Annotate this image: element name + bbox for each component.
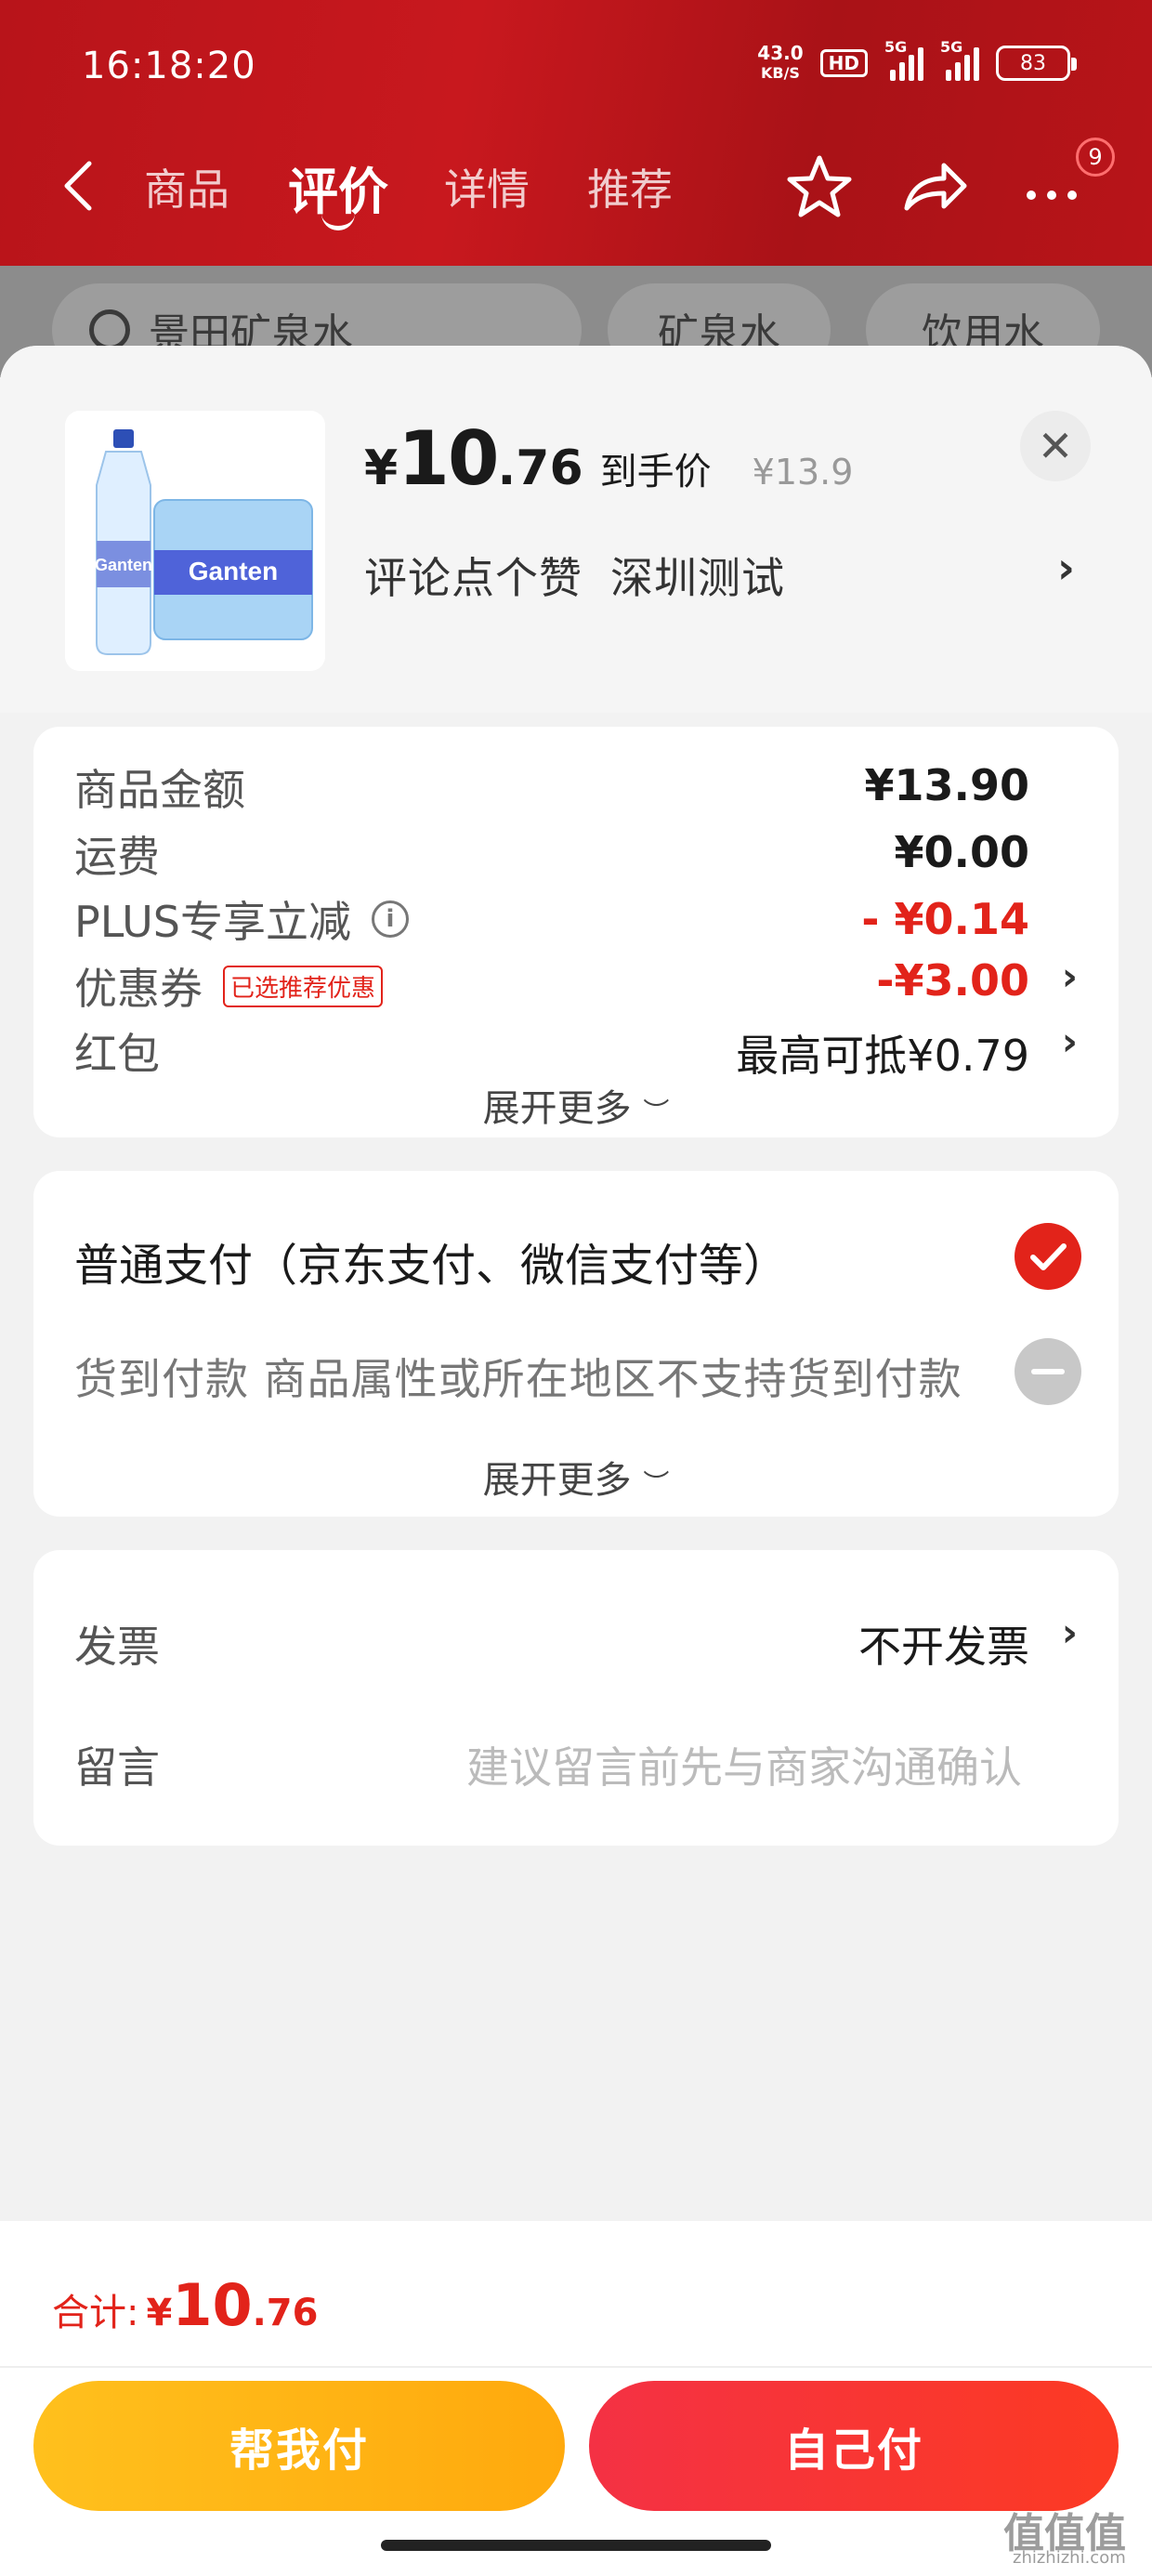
final-price-tag: 到手价	[599, 451, 712, 493]
plus-discount-label: PLUS专享立减	[74, 897, 351, 947]
goods-amount-value: ¥13.90	[864, 760, 1029, 810]
price-line: ¥ 10 .76 到手价 ¥13.9	[364, 415, 853, 502]
coupon-value: -¥3.00	[876, 955, 1029, 1005]
product-subtitle-2: 深圳测试	[610, 553, 785, 603]
plus-discount-value: - ¥0.14	[861, 894, 1029, 944]
plus-discount-row: PLUS专享立减 i	[74, 888, 409, 950]
message-label: 留言	[74, 1742, 160, 1793]
coupon-row[interactable]: 优惠券 已选推荐优惠	[74, 955, 384, 1017]
expand-more-label: 展开更多	[482, 1087, 632, 1130]
home-indicator[interactable]	[381, 2540, 771, 2551]
order-total: 合计: ¥ 10 .76	[52, 2271, 318, 2339]
total-integer: 10	[172, 2271, 253, 2339]
bottle-logo-text: Ganten	[95, 556, 152, 574]
total-symbol: ¥	[146, 2292, 173, 2334]
shipping-value: ¥0.00	[894, 827, 1029, 877]
network-speed-value: 43.0	[757, 42, 804, 64]
chevron-right-icon[interactable]: ›	[1062, 1610, 1078, 1655]
signal-icon: 5G	[884, 38, 923, 81]
back-icon[interactable]	[56, 158, 102, 214]
red-packet-label: 红包	[74, 1029, 160, 1079]
goods-amount-label: 商品金额	[74, 765, 245, 815]
brand-logo-text: Ganten	[189, 557, 278, 585]
water-bottle-image: Ganten Ganten	[65, 411, 325, 671]
chevron-right-icon[interactable]: ›	[1057, 543, 1075, 593]
star-icon[interactable]	[782, 151, 857, 225]
network-speed-unit: KB/S	[760, 64, 800, 82]
share-icon[interactable]	[897, 151, 972, 225]
price-decimal: .76	[497, 440, 583, 496]
tab-product[interactable]: 商品	[144, 156, 229, 217]
divider	[0, 2366, 1152, 2368]
top-header: 16:18:20 43.0 KB/S HD 5G 5G 83 商品 评价 详情 …	[0, 0, 1152, 266]
message-input[interactable]: 建议留言前先与商家沟通确认	[466, 1734, 1022, 1795]
invoice-label: 发票	[74, 1622, 160, 1672]
cod-payment-option: 货到付款 商品属性或所在地区不支持货到付款	[74, 1354, 962, 1404]
watermark-url: zhizhizhi.com	[1013, 2548, 1126, 2568]
status-time: 16:18:20	[82, 45, 256, 87]
amount-card: 商品金额 ¥13.90 运费 ¥0.00 PLUS专享立减 i - ¥0.14 …	[33, 727, 1119, 1137]
shipping-label: 运费	[74, 832, 160, 882]
checkout-footer: 合计: ¥ 10 .76 帮我付 自己付	[0, 2221, 1152, 2576]
product-summary: Ganten Ganten ¥ 10 .76 到手价 ¥13.9 评论点个赞 深圳…	[0, 346, 1152, 713]
product-subtitle-1: 评论点个赞	[364, 553, 583, 603]
product-spec-selector[interactable]: 评论点个赞 深圳测试	[364, 545, 785, 606]
red-packet-value[interactable]: 最高可抵¥0.79	[736, 1022, 1029, 1084]
tab-reviews[interactable]: 评价	[288, 151, 388, 230]
disabled-icon	[1015, 1338, 1081, 1405]
info-icon[interactable]: i	[371, 900, 409, 938]
invoice-value[interactable]: 不开发票	[858, 1613, 1029, 1675]
original-price: ¥13.9	[752, 452, 854, 493]
expand-more-button[interactable]: 展开更多 ︶	[33, 1078, 1119, 1132]
network-speed: 43.0 KB/S	[757, 43, 803, 84]
price-symbol: ¥	[364, 440, 399, 496]
expand-more-label: 展开更多	[482, 1459, 632, 1502]
tab-recommend[interactable]: 推荐	[587, 156, 673, 217]
coupon-label: 优惠券	[74, 964, 203, 1014]
tab-details[interactable]: 详情	[444, 156, 530, 217]
product-nav: 商品 评价 详情 推荐	[0, 139, 1152, 232]
search-icon	[89, 309, 130, 350]
chevron-right-icon[interactable]: ›	[1062, 1019, 1078, 1064]
order-extras-card: 发票 不开发票 › 留言 建议留言前先与商家沟通确认	[33, 1550, 1119, 1846]
hd-icon: HD	[819, 49, 868, 77]
chevron-down-icon: ︶	[643, 1097, 670, 1127]
active-tab-indicator	[321, 214, 355, 230]
expand-more-button[interactable]: 展开更多 ︶	[33, 1450, 1119, 1504]
price-integer: 10	[398, 415, 499, 502]
signal-label: 5G	[884, 38, 908, 56]
normal-payment-option[interactable]: 普通支付（京东支付、微信支付等）	[74, 1229, 788, 1294]
tab-reviews-label: 评价	[288, 163, 388, 221]
close-button[interactable]: ✕	[1020, 411, 1091, 481]
pay-myself-button[interactable]: 自己付	[589, 2381, 1119, 2511]
chevron-down-icon: ︶	[643, 1468, 670, 1499]
total-decimal: .76	[252, 2292, 319, 2334]
battery-icon: 83	[996, 46, 1077, 81]
status-bar: 16:18:20 43.0 KB/S HD 5G 5G 83	[0, 37, 1152, 102]
message-count-badge: 9	[1076, 138, 1115, 177]
total-label: 合计:	[52, 2292, 139, 2334]
signal-label-2: 5G	[940, 38, 963, 56]
signal-icon-2: 5G	[940, 38, 979, 81]
chevron-right-icon[interactable]: ›	[1062, 953, 1078, 999]
help-me-pay-button[interactable]: 帮我付	[33, 2381, 565, 2511]
status-icons: 43.0 KB/S HD 5G 5G 83	[757, 38, 1077, 84]
checked-icon[interactable]	[1015, 1223, 1081, 1290]
product-image: Ganten Ganten	[65, 411, 325, 671]
recommended-coupon-tag: 已选推荐优惠	[223, 965, 384, 1007]
payment-method-card: 普通支付（京东支付、微信支付等） 货到付款 商品属性或所在地区不支持货到付款 展…	[33, 1171, 1119, 1517]
